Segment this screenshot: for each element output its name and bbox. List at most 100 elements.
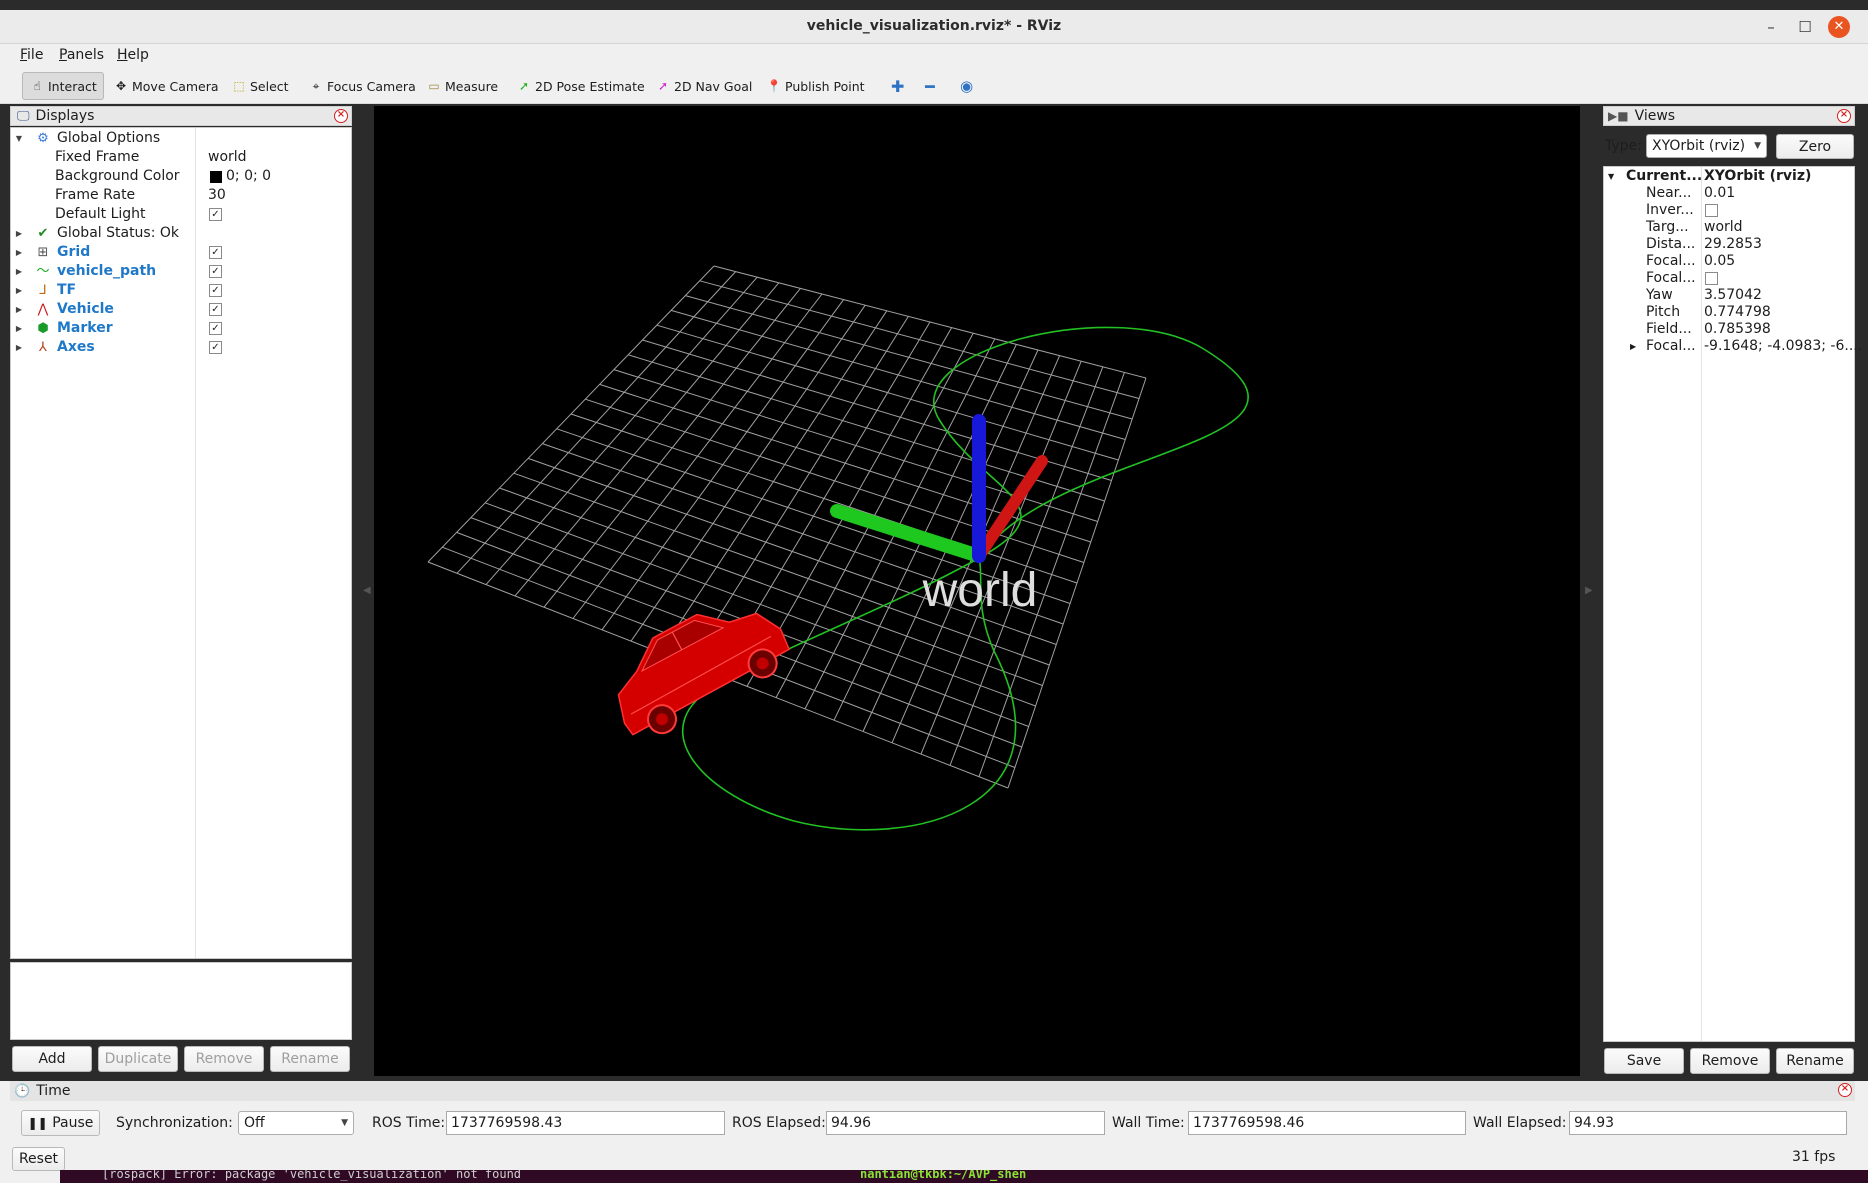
- remove-display-button[interactable]: Remove: [184, 1046, 264, 1072]
- view-prop-value[interactable]: -9.1648; -4.0983; -6....: [1704, 338, 1862, 355]
- remove-tool-icon[interactable]: ━: [918, 72, 942, 100]
- add-display-button[interactable]: Add: [12, 1046, 92, 1072]
- collapse-arrow-icon[interactable]: ▶: [14, 319, 24, 338]
- view-prop-value[interactable]: 0.01: [1704, 185, 1735, 202]
- fixed-frame-row[interactable]: Fixed Frame world: [11, 148, 351, 167]
- view-type-value: XYOrbit (rviz): [1652, 138, 1746, 154]
- move-camera-tool-button[interactable]: ✥ Move Camera: [106, 72, 226, 100]
- fps-readout: 31 fps: [1792, 1149, 1836, 1165]
- display-item-tf[interactable]: ▶ ⅃ TF ✓: [11, 281, 351, 300]
- marker-enabled-checkbox[interactable]: ✓: [209, 322, 222, 335]
- collapse-arrow-icon[interactable]: ▶: [14, 262, 24, 281]
- tf-enabled-checkbox[interactable]: ✓: [209, 284, 222, 297]
- collapse-arrow-icon[interactable]: ▶: [14, 281, 24, 300]
- menu-file[interactable]: File: [20, 47, 43, 63]
- view-type-select[interactable]: XYOrbit (rviz) ▼: [1646, 134, 1767, 158]
- axes-icon: ⅄: [39, 340, 47, 355]
- view-prop-value[interactable]: 0.774798: [1704, 304, 1771, 321]
- default-light-checkbox[interactable]: ✓: [209, 208, 222, 221]
- background-color-value[interactable]: 0; 0; 0: [226, 167, 271, 186]
- collapse-left-panel-icon[interactable]: ◀: [363, 585, 371, 596]
- view-prop-row[interactable]: Targ... world: [1604, 219, 1854, 236]
- save-view-button[interactable]: Save: [1604, 1048, 1684, 1074]
- vehicle-path-enabled-checkbox[interactable]: ✓: [209, 265, 222, 278]
- tool-properties-eye-icon[interactable]: ◉: [953, 72, 980, 100]
- view-prop-row[interactable]: Pitch 0.774798: [1604, 304, 1854, 321]
- pose-estimate-tool-button[interactable]: ➚ 2D Pose Estimate: [509, 72, 652, 100]
- collapse-arrow-icon[interactable]: ▶: [14, 338, 24, 357]
- fixed-frame-label: Fixed Frame: [55, 149, 140, 165]
- axes-enabled-checkbox[interactable]: ✓: [209, 341, 222, 354]
- zero-view-button[interactable]: Zero: [1776, 134, 1854, 159]
- focal-shape-checkbox[interactable]: [1705, 272, 1718, 285]
- collapse-arrow-icon[interactable]: ▶: [1630, 338, 1636, 355]
- view-prop-row[interactable]: Focal...: [1604, 270, 1854, 287]
- global-status-row[interactable]: ▶ ✔ Global Status: Ok: [11, 224, 351, 243]
- ros-time-field[interactable]: 1737769598.43: [446, 1111, 725, 1135]
- display-item-vehicle-path[interactable]: ▶ 〜 vehicle_path ✓: [11, 262, 351, 281]
- duplicate-display-button[interactable]: Duplicate: [98, 1046, 178, 1072]
- wall-time-field[interactable]: 1737769598.46: [1188, 1111, 1466, 1135]
- reset-button[interactable]: Reset: [12, 1147, 65, 1171]
- remove-view-button[interactable]: Remove: [1690, 1048, 1770, 1074]
- view-prop-row[interactable]: Field... 0.785398: [1604, 321, 1854, 338]
- display-item-label: Vehicle: [57, 301, 114, 317]
- interact-tool-button[interactable]: ☝ Interact: [22, 72, 104, 100]
- collapse-arrow-icon[interactable]: ▶: [14, 300, 24, 319]
- close-button[interactable]: ✕: [1828, 16, 1850, 38]
- close-views-panel-icon[interactable]: ×: [1837, 109, 1851, 123]
- focus-camera-tool-button[interactable]: ⌖ Focus Camera: [301, 72, 423, 100]
- default-light-row[interactable]: Default Light ✓: [11, 205, 351, 224]
- view-prop-row[interactable]: Dista... 29.2853: [1604, 236, 1854, 253]
- sync-select[interactable]: Off ▼: [238, 1111, 354, 1135]
- view-prop-value[interactable]: world: [1704, 219, 1743, 236]
- collapse-arrow-icon[interactable]: ▶: [14, 224, 24, 243]
- view-prop-value[interactable]: 0.05: [1704, 253, 1735, 270]
- display-item-grid[interactable]: ▶ ⊞ Grid ✓: [11, 243, 351, 262]
- collapse-right-panel-icon[interactable]: ▶: [1585, 585, 1593, 596]
- frame-rate-row[interactable]: Frame Rate 30: [11, 186, 351, 205]
- nav-goal-tool-button[interactable]: ➚ 2D Nav Goal: [648, 72, 759, 100]
- vehicle-enabled-checkbox[interactable]: ✓: [209, 303, 222, 316]
- display-item-axes[interactable]: ▶ ⅄ Axes ✓: [11, 338, 351, 357]
- grid-enabled-checkbox[interactable]: ✓: [209, 246, 222, 259]
- minimize-button[interactable]: –: [1760, 16, 1782, 38]
- close-time-panel-icon[interactable]: ×: [1838, 1083, 1852, 1097]
- path-icon: 〜: [36, 264, 50, 279]
- rename-view-button[interactable]: Rename: [1776, 1048, 1854, 1074]
- view-prop-row[interactable]: Inver...: [1604, 202, 1854, 219]
- views-panel-header: ▶■ Views ×: [1603, 106, 1855, 126]
- menu-panels[interactable]: Panels: [59, 47, 104, 63]
- select-tool-button[interactable]: ⬚ Select: [224, 72, 296, 100]
- frame-rate-value[interactable]: 30: [208, 186, 226, 205]
- global-options-row[interactable]: ▼ ⚙ Global Options: [11, 129, 351, 148]
- view-prop-value[interactable]: 3.57042: [1704, 287, 1762, 304]
- close-displays-panel-icon[interactable]: ×: [334, 109, 348, 123]
- expand-arrow-icon[interactable]: ▼: [1608, 168, 1614, 185]
- invert-checkbox[interactable]: [1705, 204, 1718, 217]
- publish-point-tool-button[interactable]: 📍 Publish Point: [759, 72, 872, 100]
- ros-elapsed-field[interactable]: 94.96: [826, 1111, 1105, 1135]
- expand-arrow-icon[interactable]: ▼: [14, 129, 24, 148]
- wall-elapsed-field[interactable]: 94.93: [1569, 1111, 1847, 1135]
- rename-display-button[interactable]: Rename: [270, 1046, 350, 1072]
- add-tool-icon[interactable]: ✚: [884, 72, 911, 100]
- collapse-arrow-icon[interactable]: ▶: [14, 243, 24, 262]
- color-swatch[interactable]: [210, 171, 222, 183]
- view-prop-row[interactable]: ▶ Focal... -9.1648; -4.0983; -6....: [1604, 338, 1862, 355]
- 3d-render-viewport[interactable]: world: [374, 106, 1580, 1076]
- current-view-row[interactable]: ▼ Current... XYOrbit (rviz): [1604, 168, 1854, 185]
- measure-tool-button[interactable]: ▭ Measure: [419, 72, 505, 100]
- pause-button[interactable]: ❚❚ Pause: [21, 1110, 100, 1136]
- display-item-vehicle[interactable]: ▶ ⋀ Vehicle ✓: [11, 300, 351, 319]
- menu-help[interactable]: Help: [117, 47, 149, 63]
- view-prop-row[interactable]: Near... 0.01: [1604, 185, 1854, 202]
- view-prop-row[interactable]: Yaw 3.57042: [1604, 287, 1854, 304]
- maximize-button[interactable]: ☐: [1794, 16, 1816, 38]
- background-color-row[interactable]: Background Color 0; 0; 0: [11, 167, 351, 186]
- display-item-marker[interactable]: ▶ ⬢ Marker ✓: [11, 319, 351, 338]
- view-prop-value[interactable]: 29.2853: [1704, 236, 1762, 253]
- view-prop-value[interactable]: 0.785398: [1704, 321, 1771, 338]
- view-prop-row[interactable]: Focal... 0.05: [1604, 253, 1854, 270]
- fixed-frame-value[interactable]: world: [208, 148, 247, 167]
